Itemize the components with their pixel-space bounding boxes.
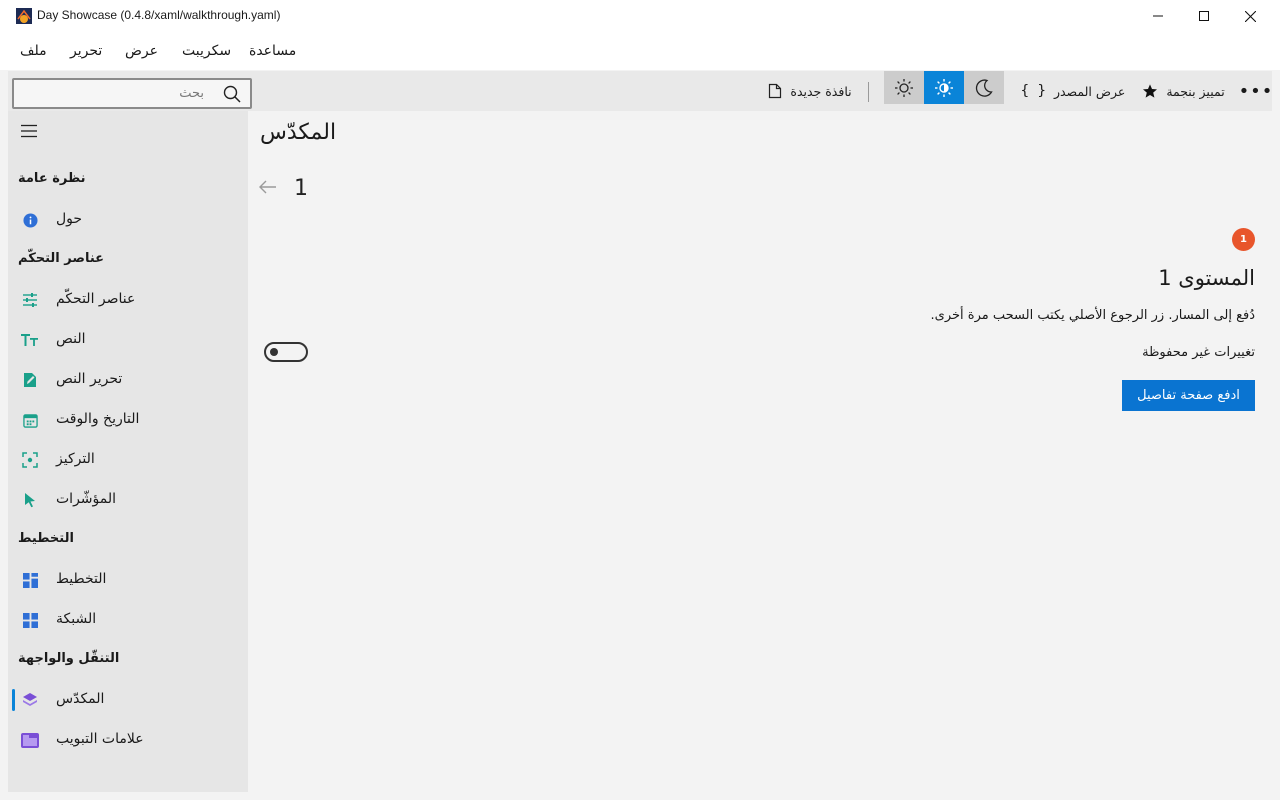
search-input[interactable] (14, 80, 214, 107)
sidebar-item-focus[interactable]: التركيز (8, 440, 248, 480)
menu-bar: ملف تحرير عرض سكريبت مساعدة (0, 32, 1280, 70)
pointer-icon (22, 492, 38, 508)
tabs-icon (21, 732, 39, 748)
stack-icon (22, 692, 38, 708)
back-button[interactable] (258, 178, 278, 196)
sidebar-item-text[interactable]: النص (8, 320, 248, 360)
sidebar-item-stack[interactable]: المكدّس (8, 680, 248, 720)
menu-edit[interactable]: تحرير (70, 43, 102, 59)
level-badge: 1 (1232, 228, 1255, 251)
brightness-icon (935, 78, 953, 97)
sidebar-item-label: المؤشّرات (56, 491, 117, 507)
toolbar-separator (868, 82, 869, 102)
sidebar-item-layout[interactable]: التخطيط (8, 560, 248, 600)
braces-icon: { } (1020, 83, 1046, 99)
unsaved-changes-toggle[interactable] (264, 342, 308, 362)
light-theme-button[interactable] (884, 71, 924, 104)
sidebar-item-about[interactable]: حول (8, 200, 248, 240)
sidebar-item-text-editing[interactable]: تحرير النص (8, 360, 248, 400)
info-icon (22, 212, 38, 228)
sidebar-item-pointers[interactable]: المؤشّرات (8, 480, 248, 520)
star-label: تمييز بنجمة (1166, 83, 1225, 99)
view-source-button[interactable]: عرض المصدر { } (1018, 71, 1128, 111)
more-options-button[interactable]: ••• (1238, 71, 1274, 111)
auto-theme-button[interactable] (924, 71, 964, 104)
maximize-icon (1199, 11, 1209, 21)
push-details-page-button[interactable]: ادفع صفحة تفاصيل (1122, 380, 1255, 411)
sidebar-item-label: حول (56, 211, 83, 227)
hamburger-menu-button[interactable] (18, 121, 40, 141)
sun-icon (895, 78, 913, 97)
hamburger-icon (21, 124, 37, 138)
text-size-icon (21, 332, 39, 348)
sidebar-item-label: التركيز (56, 451, 95, 467)
star-icon (1143, 84, 1158, 98)
sidebar-item-label: التاريخ والوقت (56, 411, 140, 427)
stack-depth-indicator: 1 (294, 176, 308, 201)
more-icon: ••• (1238, 80, 1274, 102)
close-button[interactable] (1227, 0, 1273, 32)
sidebar-item-label: المكدّس (56, 691, 105, 707)
sidebar-item-grid[interactable]: الشبكة (8, 600, 248, 640)
sidebar-item-label: تحرير النص (56, 371, 123, 387)
sidebar-item-label: الشبكة (56, 611, 97, 627)
nav-header-overview: نظرة عامة (18, 171, 86, 186)
maximize-button[interactable] (1181, 0, 1227, 32)
star-button[interactable]: تمييز بنجمة (1136, 71, 1231, 111)
new-window-button[interactable]: نافذة جديدة (760, 71, 860, 111)
sidebar-item-label: التخطيط (56, 571, 107, 587)
search-box (12, 78, 252, 109)
sidebar-item-label: النص (56, 331, 86, 347)
search-icon (223, 85, 241, 103)
menu-view[interactable]: عرض (125, 43, 158, 59)
calendar-icon (22, 412, 38, 428)
new-window-label: نافذة جديدة (790, 83, 852, 99)
search-button[interactable] (219, 82, 245, 106)
nav-header-navigation: التنقّل والواجهة (18, 651, 120, 666)
document-icon (769, 83, 782, 99)
app-logo-icon (16, 8, 32, 24)
toggle-knob (270, 348, 278, 356)
sidebar-item-label: علامات التبويب (56, 731, 144, 747)
sidebar-item-label: عناصر التحكّم (56, 291, 136, 307)
sliders-icon (22, 292, 38, 308)
window-title: Day Showcase (0.4.8/xaml/walkthrough.yam… (37, 8, 281, 22)
grid-icon (22, 612, 38, 628)
level-description: دُفع إلى المسار. زر الرجوع الأصلي يكتب ا… (930, 308, 1255, 323)
sidebar-item-date-time[interactable]: التاريخ والوقت (8, 400, 248, 440)
nav-header-controls: عناصر التحكّم (18, 251, 105, 266)
focus-icon (22, 452, 38, 468)
minimize-icon (1153, 15, 1163, 17)
page-title: المكدّس (260, 120, 337, 145)
level-title: المستوى 1 (1158, 266, 1255, 290)
unsaved-changes-label: تغييرات غير محفوظة (1142, 345, 1255, 360)
menu-file[interactable]: ملف (20, 43, 47, 59)
menu-help[interactable]: مساعدة (249, 43, 296, 59)
nav-header-layout: التخطيط (18, 531, 74, 546)
view-source-label: عرض المصدر (1053, 83, 1126, 99)
edit-document-icon (22, 372, 38, 388)
sidebar-item-tabs[interactable]: علامات التبويب (8, 720, 248, 760)
sidebar-item-controls[interactable]: عناصر التحكّم (8, 280, 248, 320)
close-icon (1244, 10, 1256, 22)
layout-icon (22, 572, 38, 588)
dark-theme-button[interactable] (964, 71, 1004, 104)
minimize-button[interactable] (1135, 0, 1181, 32)
moon-icon (975, 78, 993, 97)
menu-script[interactable]: سكريبت (182, 43, 231, 59)
back-arrow-icon (259, 180, 276, 194)
